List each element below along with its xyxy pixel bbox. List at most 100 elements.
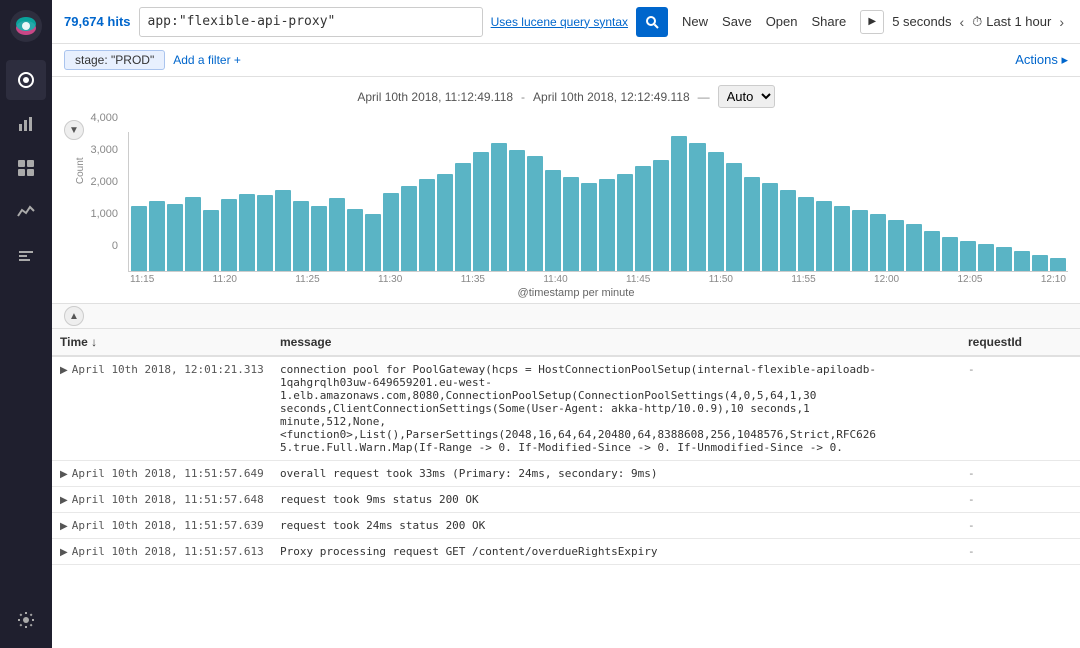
chart-with-controls: ▼ 4,000 3,000 2,000 1,000 0 Count <box>64 112 1068 303</box>
share-button[interactable]: Share <box>806 12 853 31</box>
chart-bar[interactable] <box>509 150 525 272</box>
chart-bar[interactable] <box>942 237 958 271</box>
chart-bar[interactable] <box>726 163 742 271</box>
date-range-end: April 10th 2018, 12:12:49.118 <box>533 90 690 104</box>
chart-bar[interactable] <box>617 174 633 271</box>
chart-bar[interactable] <box>653 160 669 271</box>
chart-bar[interactable] <box>491 143 507 271</box>
chart-bar[interactable] <box>311 206 327 271</box>
time-next-button[interactable]: › <box>1055 12 1068 32</box>
sidebar-item-timelion[interactable] <box>6 192 46 232</box>
chart-bar[interactable] <box>185 197 201 271</box>
filter-tag-prod[interactable]: stage: "PROD" <box>64 50 165 70</box>
chart-bars[interactable] <box>128 132 1068 272</box>
chart-bar[interactable] <box>581 183 597 271</box>
chart-bar[interactable] <box>437 174 453 271</box>
chart-bar[interactable] <box>383 193 399 271</box>
chart-bar[interactable] <box>131 206 147 271</box>
chart-bar[interactable] <box>635 166 651 271</box>
date-range-dash: - <box>521 90 525 104</box>
row-expand-button[interactable]: ▶ <box>60 469 72 480</box>
chart-bar[interactable] <box>347 209 363 271</box>
chart-bar[interactable] <box>1050 258 1066 272</box>
chart-bar[interactable] <box>996 247 1012 271</box>
chart-bar[interactable] <box>167 204 183 272</box>
row-expand-button[interactable]: ▶ <box>60 547 72 558</box>
chart-bar[interactable] <box>203 210 219 271</box>
chart-bar[interactable] <box>239 194 255 271</box>
chart-bar[interactable] <box>455 163 471 271</box>
new-button[interactable]: New <box>676 12 714 31</box>
chart-bar[interactable] <box>744 177 760 272</box>
chart-x-label: 11:30 <box>378 274 402 285</box>
col-header-time[interactable]: Time ↓ <box>52 329 272 356</box>
add-filter-button[interactable]: Add a filter + <box>173 53 241 67</box>
app-logo[interactable] <box>8 8 44 44</box>
chart-bar[interactable] <box>978 244 994 271</box>
lucene-hint[interactable]: Uses lucene query syntax <box>491 15 628 29</box>
log-table-area: Time ↓ message requestId ▶April 10th 201… <box>52 329 1080 648</box>
table-header-controls: ▲ <box>52 304 1080 329</box>
chart-bar[interactable] <box>599 179 615 271</box>
chart-x-label: 12:05 <box>957 274 982 285</box>
search-button[interactable] <box>636 7 668 37</box>
auto-interval-select[interactable]: Auto 1s 5s 10s 30s 1m 5m <box>718 85 775 108</box>
chart-area: April 10th 2018, 11:12:49.118 - April 10… <box>52 77 1080 304</box>
chart-bar[interactable] <box>852 210 868 271</box>
chart-bar[interactable] <box>960 241 976 271</box>
chart-bars-wrapper <box>128 132 1068 272</box>
chart-bar[interactable] <box>689 143 705 271</box>
actions-button[interactable]: Actions ▸ <box>1015 52 1068 68</box>
sidebar-item-dashboard[interactable] <box>6 148 46 188</box>
table-expand-button[interactable]: ▲ <box>64 306 84 326</box>
chart-collapse-controls: ▼ <box>64 120 84 140</box>
chart-bar[interactable] <box>149 201 165 271</box>
y-axis-label: Count <box>75 157 86 184</box>
chart-bar[interactable] <box>365 214 381 271</box>
chart-bar[interactable] <box>401 186 417 271</box>
chart-expand-button[interactable]: ▼ <box>64 120 84 140</box>
chart-bar[interactable] <box>329 198 345 271</box>
chart-bar[interactable] <box>780 190 796 271</box>
chart-bar[interactable] <box>221 199 237 271</box>
sidebar-item-discover[interactable] <box>6 60 46 100</box>
chart-bar[interactable] <box>419 179 435 271</box>
chart-bar[interactable] <box>834 206 850 271</box>
hits-count: 79,674 hits <box>64 14 131 29</box>
sidebar-item-visualize[interactable] <box>6 104 46 144</box>
chart-bar[interactable] <box>798 197 814 271</box>
search-input[interactable] <box>139 7 483 37</box>
chart-bar[interactable] <box>906 224 922 271</box>
chart-bar[interactable] <box>275 190 291 271</box>
chart-x-axis-label: @timestamp per minute <box>84 287 1068 299</box>
chart-bar[interactable] <box>527 156 543 271</box>
log-requestid: - <box>960 539 1080 565</box>
chart-bar[interactable] <box>816 201 832 271</box>
chart-bar[interactable] <box>563 177 579 272</box>
log-table: Time ↓ message requestId ▶April 10th 201… <box>52 329 1080 565</box>
sidebar-item-devtools[interactable] <box>6 236 46 276</box>
time-prev-button[interactable]: ‹ <box>955 12 968 32</box>
row-expand-button[interactable]: ▶ <box>60 521 72 532</box>
open-button[interactable]: Open <box>760 12 804 31</box>
chart-x-label: 11:20 <box>213 274 237 285</box>
row-expand-button[interactable]: ▶ <box>60 365 72 376</box>
play-button[interactable]: ▶ <box>860 10 884 34</box>
chart-bar[interactable] <box>545 170 561 271</box>
chart-bar[interactable] <box>1032 255 1048 271</box>
chart-bar[interactable] <box>293 201 309 271</box>
save-button[interactable]: Save <box>716 12 758 31</box>
chart-bar[interactable] <box>870 214 886 271</box>
chart-bar[interactable] <box>888 220 904 271</box>
chart-x-label: 11:45 <box>626 274 650 285</box>
chart-bar[interactable] <box>1014 251 1030 271</box>
chart-container: 4,000 3,000 2,000 1,000 0 Count <box>84 112 1068 272</box>
row-expand-button[interactable]: ▶ <box>60 495 72 506</box>
chart-bar[interactable] <box>257 195 273 271</box>
chart-bar[interactable] <box>708 152 724 271</box>
chart-bar[interactable] <box>671 136 687 271</box>
sidebar-item-management[interactable] <box>6 600 46 640</box>
chart-bar[interactable] <box>924 231 940 272</box>
chart-bar[interactable] <box>762 183 778 271</box>
chart-bar[interactable] <box>473 152 489 271</box>
